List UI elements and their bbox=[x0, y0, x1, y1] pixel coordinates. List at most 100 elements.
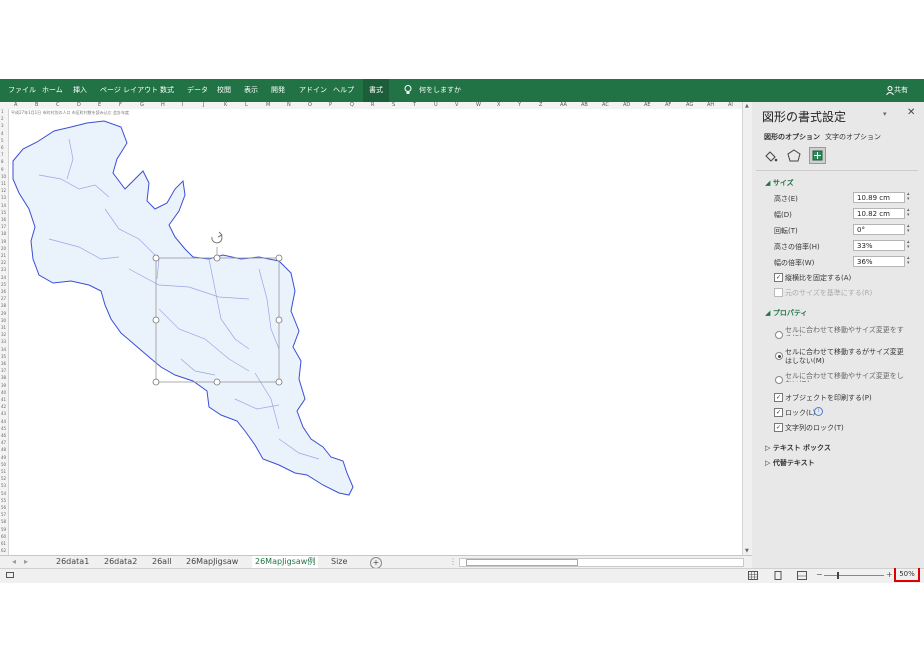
share-button[interactable]: 共有 bbox=[886, 79, 908, 102]
column-header[interactable]: B bbox=[35, 102, 38, 108]
size-section-header[interactable]: ◢ サイズ bbox=[765, 178, 794, 188]
row-header[interactable]: 60 bbox=[1, 534, 6, 539]
tab-file[interactable]: ファイル bbox=[8, 79, 36, 102]
row-header[interactable]: 51 bbox=[1, 469, 6, 474]
width-spinner[interactable]: ▴ ▾ bbox=[907, 208, 913, 219]
row-header[interactable]: 21 bbox=[1, 253, 6, 258]
row-header[interactable]: 42 bbox=[1, 404, 6, 409]
column-header[interactable]: AB bbox=[581, 102, 588, 108]
row-header[interactable]: 59 bbox=[1, 527, 6, 532]
info-icon[interactable]: i bbox=[814, 407, 823, 416]
print-object-checkbox[interactable]: ✓ bbox=[774, 393, 783, 402]
tab-addins[interactable]: アドイン bbox=[299, 79, 327, 102]
zoom-level[interactable]: 50% bbox=[894, 566, 920, 582]
row-header[interactable]: 9 bbox=[1, 167, 4, 172]
size-properties-icon[interactable] bbox=[809, 147, 826, 164]
row-header[interactable]: 14 bbox=[1, 203, 6, 208]
radio-move-no-size[interactable] bbox=[775, 352, 783, 360]
lock-aspect-checkbox[interactable]: ✓ bbox=[774, 273, 783, 282]
row-header[interactable]: 40 bbox=[1, 390, 6, 395]
row-header[interactable]: 37 bbox=[1, 368, 6, 373]
worksheet-grid[interactable]: 平成27年1月1日 市町村別の人口 市区町村数を読み込む 会計年度 bbox=[9, 109, 742, 555]
column-header[interactable]: D bbox=[77, 102, 81, 108]
column-header[interactable]: T bbox=[413, 102, 416, 108]
row-header[interactable]: 10 bbox=[1, 174, 6, 179]
close-icon[interactable]: ✕ bbox=[907, 107, 915, 118]
rotation-field[interactable]: 0° bbox=[853, 224, 905, 235]
row-header[interactable]: 44 bbox=[1, 419, 6, 424]
row-header[interactable]: 13 bbox=[1, 195, 6, 200]
row-header[interactable]: 19 bbox=[1, 239, 6, 244]
row-header[interactable]: 57 bbox=[1, 512, 6, 517]
page-layout-view-icon[interactable] bbox=[773, 571, 783, 582]
row-header[interactable]: 38 bbox=[1, 375, 6, 380]
row-header[interactable]: 46 bbox=[1, 433, 6, 438]
column-header[interactable]: U bbox=[434, 102, 438, 108]
height-spinner[interactable]: ▴ ▾ bbox=[907, 192, 913, 203]
macro-record-icon[interactable] bbox=[6, 571, 14, 581]
column-header[interactable]: P bbox=[329, 102, 332, 108]
column-header[interactable]: F bbox=[119, 102, 122, 108]
row-header[interactable]: 61 bbox=[1, 541, 6, 546]
relative-original-checkbox[interactable] bbox=[774, 288, 783, 297]
textbox-section-header[interactable]: ▷ テキスト ボックス bbox=[765, 443, 831, 453]
column-header[interactable]: V bbox=[455, 102, 458, 108]
row-header[interactable]: 20 bbox=[1, 246, 6, 251]
fill-line-icon[interactable] bbox=[764, 149, 778, 164]
row-header[interactable]: 56 bbox=[1, 505, 6, 510]
column-header[interactable]: Y bbox=[518, 102, 521, 108]
row-header[interactable]: 5 bbox=[1, 138, 4, 143]
scale-height-field[interactable]: 33% bbox=[853, 240, 905, 251]
page-break-view-icon[interactable] bbox=[797, 571, 807, 582]
scroll-up-icon[interactable]: ▲ bbox=[745, 103, 751, 109]
row-header[interactable]: 18 bbox=[1, 231, 6, 236]
row-header[interactable]: 55 bbox=[1, 498, 6, 503]
row-header[interactable]: 49 bbox=[1, 455, 6, 460]
scale-width-field[interactable]: 36% bbox=[853, 256, 905, 267]
column-header[interactable]: R bbox=[371, 102, 374, 108]
column-header[interactable]: O bbox=[308, 102, 312, 108]
column-header[interactable]: AC bbox=[602, 102, 609, 108]
row-header[interactable]: 45 bbox=[1, 426, 6, 431]
tab-home[interactable]: ホーム bbox=[42, 79, 63, 102]
tab-data[interactable]: データ bbox=[187, 79, 208, 102]
row-header[interactable]: 33 bbox=[1, 339, 6, 344]
scroll-down-icon[interactable]: ▼ bbox=[745, 548, 751, 554]
row-header[interactable]: 16 bbox=[1, 217, 6, 222]
column-header[interactable]: E bbox=[98, 102, 101, 108]
row-header[interactable]: 1 bbox=[1, 109, 4, 114]
row-header[interactable]: 32 bbox=[1, 332, 6, 337]
row-header[interactable]: 52 bbox=[1, 476, 6, 481]
column-header[interactable]: AA bbox=[560, 102, 567, 108]
row-header[interactable]: 39 bbox=[1, 383, 6, 388]
map-shape[interactable] bbox=[9, 109, 742, 555]
row-header[interactable]: 23 bbox=[1, 267, 6, 272]
column-header[interactable]: N bbox=[287, 102, 291, 108]
tab-view[interactable]: 表示 bbox=[244, 79, 258, 102]
row-header[interactable]: 22 bbox=[1, 260, 6, 265]
row-header[interactable]: 8 bbox=[1, 159, 4, 164]
row-header[interactable]: 24 bbox=[1, 275, 6, 280]
row-header[interactable]: 53 bbox=[1, 483, 6, 488]
column-header[interactable]: I bbox=[182, 102, 183, 108]
row-header[interactable]: 4 bbox=[1, 131, 4, 136]
column-header[interactable]: C bbox=[56, 102, 60, 108]
row-header[interactable]: 50 bbox=[1, 462, 6, 467]
tell-me-box[interactable]: 何をしますか bbox=[419, 79, 461, 102]
column-header[interactable]: AF bbox=[665, 102, 671, 108]
row-header[interactable]: 25 bbox=[1, 282, 6, 287]
alt-text-section-header[interactable]: ▷ 代替テキスト bbox=[765, 458, 815, 468]
zoom-in-button[interactable]: + bbox=[886, 570, 893, 579]
column-header[interactable]: M bbox=[266, 102, 270, 108]
row-header[interactable]: 28 bbox=[1, 303, 6, 308]
row-header[interactable]: 41 bbox=[1, 397, 6, 402]
column-header[interactable]: X bbox=[497, 102, 500, 108]
tab-format[interactable]: 書式 bbox=[363, 79, 389, 102]
normal-view-icon[interactable] bbox=[748, 571, 758, 582]
zoom-slider[interactable] bbox=[824, 575, 884, 576]
properties-section-header[interactable]: ◢ プロパティ bbox=[765, 308, 807, 318]
pane-options-icon[interactable]: ▾ bbox=[883, 110, 887, 118]
row-header[interactable]: 48 bbox=[1, 447, 6, 452]
column-header[interactable]: Z bbox=[539, 102, 542, 108]
scale-height-spinner[interactable]: ▴ ▾ bbox=[907, 240, 913, 251]
